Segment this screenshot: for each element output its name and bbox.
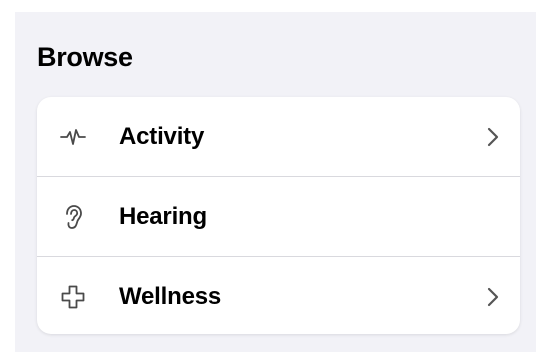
browse-item-label: Activity (119, 122, 205, 150)
ear-icon (59, 203, 87, 231)
browse-item-hearing[interactable]: Hearing (37, 176, 520, 256)
browse-item-activity[interactable]: Activity (37, 97, 520, 176)
chevron-right-icon (487, 127, 499, 146)
wellness-cross-icon (59, 283, 87, 311)
activity-waveform-icon (59, 123, 87, 151)
browse-item-label: Wellness (119, 282, 222, 310)
section-title: Browse (37, 42, 133, 72)
browse-item-wellness[interactable]: Wellness (37, 256, 520, 334)
browse-item-label: Hearing (119, 202, 207, 230)
browse-panel: Browse Activity Hearing Wellness (15, 12, 536, 352)
chevron-right-icon (487, 287, 499, 306)
browse-card: Activity Hearing Wellness (37, 97, 520, 334)
